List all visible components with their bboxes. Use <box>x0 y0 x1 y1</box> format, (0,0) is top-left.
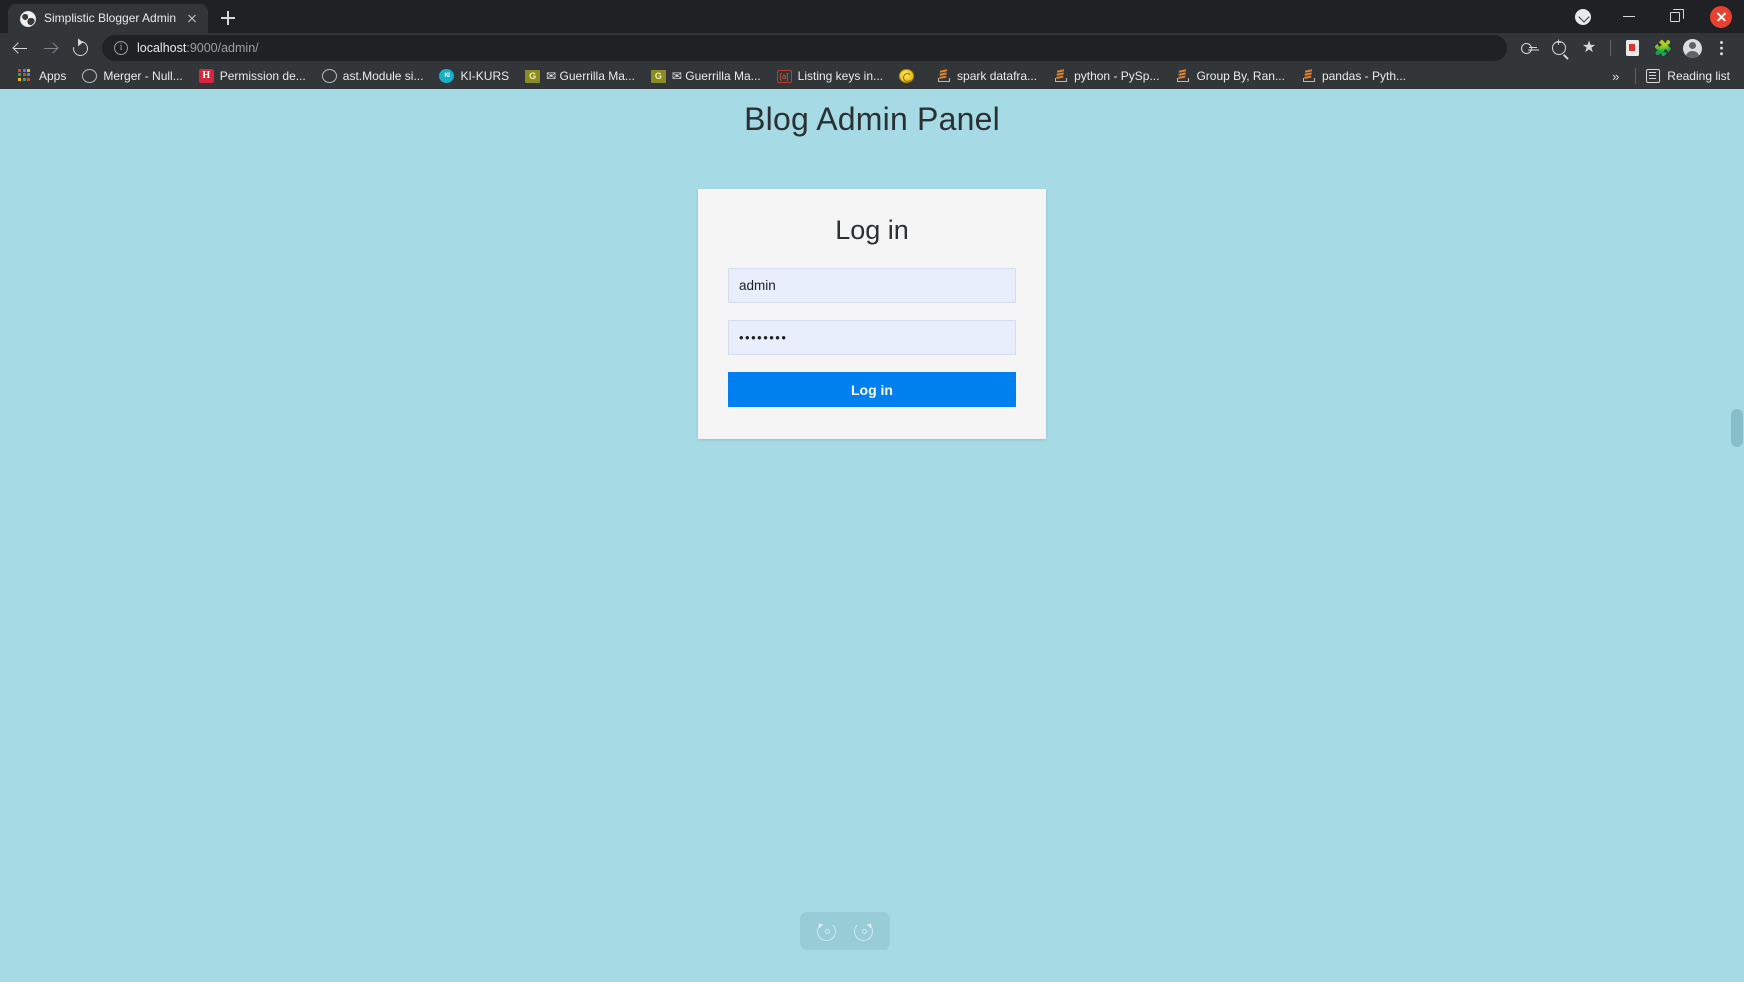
bookmark-group-by-rank[interactable]: Group By, Ran... <box>1167 65 1292 87</box>
arrow-left-icon <box>13 41 28 56</box>
bookmark-yellow-coin[interactable] <box>891 65 928 87</box>
close-window-icon <box>1710 5 1732 28</box>
bookmark-label: ast.Module si... <box>342 69 424 83</box>
ki-kurs-icon: KI <box>439 69 455 83</box>
bookmark-label: ✉ Guerrilla Ma... <box>671 69 761 83</box>
maximize-icon <box>1670 9 1684 22</box>
url-host: localhost <box>137 41 187 55</box>
login-submit-button[interactable]: Log in <box>728 372 1016 407</box>
stackoverflow-icon <box>936 69 951 83</box>
bookmark-label: python - PySp... <box>1074 69 1160 83</box>
reading-list-icon <box>1646 69 1661 83</box>
bookmarks-divider <box>1635 68 1637 84</box>
github-icon <box>82 69 98 83</box>
undo-icon[interactable] <box>817 921 836 941</box>
bookmark-apps[interactable]: Apps <box>10 65 74 87</box>
download-indicator-button[interactable] <box>1560 0 1606 33</box>
password-input[interactable] <box>728 320 1016 355</box>
guerrilla-icon: G <box>525 69 541 83</box>
login-card: Log in Log in <box>698 189 1046 439</box>
url-path: :9000/admin/ <box>186 41 259 55</box>
bookmark-label: KI-KURS <box>460 69 510 83</box>
reader-doc-icon[interactable] <box>1618 34 1646 62</box>
download-icon <box>1575 8 1591 25</box>
page-title: Blog Admin Panel <box>744 101 1000 137</box>
forward-button[interactable] <box>36 34 64 62</box>
info-icon[interactable] <box>114 41 128 55</box>
stackoverflow-icon <box>1175 69 1190 83</box>
bookmark-python-pyspark[interactable]: python - PySp... <box>1045 65 1167 87</box>
reload-button[interactable] <box>66 34 94 62</box>
reading-list-label: Reading list <box>1667 69 1730 83</box>
globe-icon <box>20 10 36 27</box>
github-icon <box>321 69 337 83</box>
bookmark-label: Permission de... <box>219 69 306 83</box>
yellow-coin-icon <box>899 69 915 83</box>
bookmark-merger-null[interactable]: Merger - Null... <box>74 65 190 87</box>
bookmarks-bar: Apps Merger - Null... H Permission de...… <box>0 63 1744 89</box>
bookmark-ast-module[interactable]: ast.Module si... <box>314 65 432 87</box>
username-input[interactable] <box>728 268 1016 303</box>
bookmark-listing-keys[interactable]: [a] Listing keys in... <box>769 65 891 87</box>
bookmarks-overflow-area: » Reading list <box>1602 68 1738 84</box>
address-bar[interactable]: localhost:9000/admin/ <box>102 35 1507 61</box>
toolbar-divider <box>1610 40 1611 56</box>
chrome-menu-icon[interactable] <box>1708 34 1736 62</box>
bookmark-label: Apps <box>39 69 67 83</box>
page-scrollbar[interactable] <box>1729 89 1744 982</box>
login-heading: Log in <box>835 215 909 245</box>
apps-grid-icon <box>18 68 33 84</box>
bookmark-label: pandas - Pyth... <box>1321 69 1406 83</box>
browser-toolbar: localhost:9000/admin/ ★ 🧩 <box>0 33 1744 63</box>
minimize-icon <box>1623 15 1635 18</box>
new-tab-button[interactable] <box>214 4 242 32</box>
redo-icon[interactable] <box>854 921 873 941</box>
reading-list-button[interactable]: Reading list <box>1642 69 1738 83</box>
bookmark-pandas-python[interactable]: pandas - Pyth... <box>1293 65 1414 87</box>
tab-title: Simplistic Blogger Admin <box>44 11 177 25</box>
bookmark-guerrilla-mail-1[interactable]: G ✉ Guerrilla Ma... <box>517 65 643 87</box>
browser-chrome: Simplistic Blogger Admin i localhost:900… <box>0 0 1744 89</box>
page-viewport: Blog Admin Panel Log in Log in <box>0 89 1744 982</box>
toolbar-icons: ★ 🧩 <box>1515 34 1736 62</box>
close-window-button[interactable] <box>1698 0 1744 33</box>
reload-icon <box>69 37 91 59</box>
bookmark-label: spark datafra... <box>957 69 1038 83</box>
bookmarks-overflow-button[interactable]: » <box>1602 69 1629 84</box>
tab-strip: Simplistic Blogger Admin <box>0 0 1744 33</box>
bookmark-guerrilla-mail-2[interactable]: G ✉ Guerrilla Ma... <box>643 65 769 87</box>
window-controls <box>1560 0 1744 33</box>
extensions-puzzle-icon[interactable]: 🧩 <box>1648 34 1676 62</box>
close-icon[interactable] <box>184 11 200 27</box>
bookmark-label: Merger - Null... <box>103 69 183 83</box>
stackoverflow-icon <box>1053 69 1068 83</box>
guerrilla-icon: G <box>650 69 666 83</box>
key-icon[interactable] <box>1515 34 1543 62</box>
back-button[interactable] <box>6 34 34 62</box>
arrow-right-icon <box>43 41 58 56</box>
stackoverflow-icon <box>1301 69 1316 83</box>
maximize-button[interactable] <box>1652 0 1698 33</box>
bookmark-permission-de[interactable]: H Permission de... <box>191 65 314 87</box>
undo-redo-overlay <box>800 912 890 950</box>
bookmark-spark-dataframe[interactable]: spark datafra... <box>928 65 1045 87</box>
hackerrank-icon: H <box>198 69 214 83</box>
zoom-search-icon[interactable] <box>1545 34 1573 62</box>
bookmark-ki-kurs[interactable]: KI KI-KURS <box>431 65 517 87</box>
browser-tab[interactable]: Simplistic Blogger Admin <box>8 4 209 33</box>
bookmark-label: Group By, Ran... <box>1196 69 1285 83</box>
url-text: localhost:9000/admin/ <box>137 41 259 55</box>
bookmark-label: ✉ Guerrilla Ma... <box>546 69 635 83</box>
ansible-icon: [a] <box>776 69 792 83</box>
bookmark-label: Listing keys in... <box>797 69 884 83</box>
bookmark-star-icon[interactable]: ★ <box>1575 34 1603 62</box>
scrollbar-thumb[interactable] <box>1731 409 1743 447</box>
profile-avatar-icon[interactable] <box>1678 34 1706 62</box>
minimize-button[interactable] <box>1606 0 1652 33</box>
